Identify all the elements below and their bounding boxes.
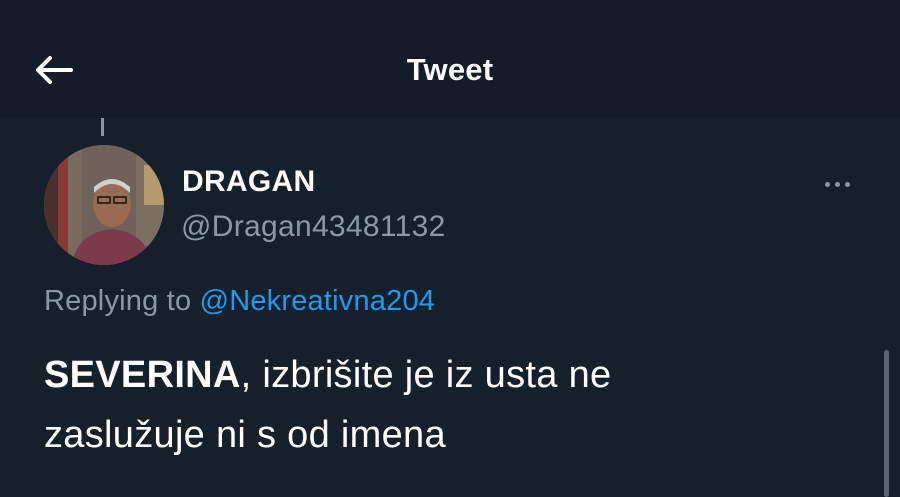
thread-connector-line — [101, 118, 104, 136]
replying-to-line: Replying to @Nekreativna204 — [44, 285, 435, 318]
more-horizontal-icon-dot — [844, 181, 850, 187]
tweet-text: SEVERINA, izbrišite je iz usta ne zasluž… — [44, 345, 844, 465]
scrollbar[interactable] — [884, 350, 889, 497]
author-display-name[interactable]: DRAGAN — [182, 165, 315, 199]
more-options-button[interactable] — [814, 172, 860, 196]
more-horizontal-icon — [824, 181, 830, 187]
top-bar: Tweet — [0, 0, 900, 118]
replying-to-mention-link[interactable]: @Nekreativna204 — [200, 285, 436, 317]
page-title: Tweet — [406, 52, 494, 87]
tweet-text-line1: , izbrišite je iz usta ne — [240, 354, 612, 396]
more-horizontal-icon-dot — [834, 181, 840, 187]
replying-to-label: Replying to — [44, 285, 192, 317]
tweet-text-line2: zaslužuje ni s od imena — [44, 414, 446, 456]
tweet-text-bold-lead: SEVERINA — [44, 354, 241, 396]
profile-photo — [44, 145, 164, 265]
avatar[interactable] — [44, 145, 164, 265]
author-handle[interactable]: @Dragan43481132 — [181, 210, 446, 244]
